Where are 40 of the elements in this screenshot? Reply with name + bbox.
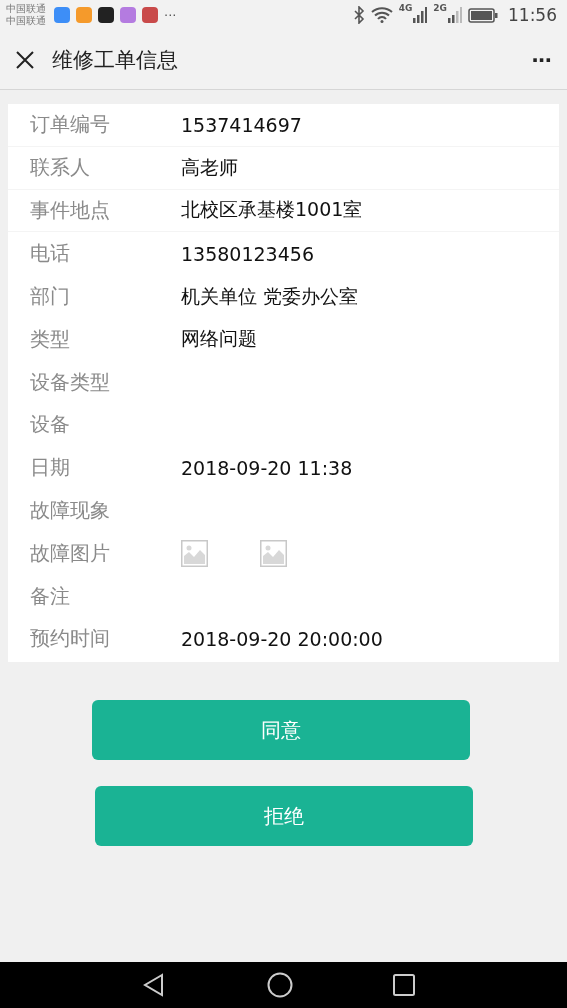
page-title: 维修工单信息 xyxy=(52,46,178,74)
field-value: 2018-09-20 11:38 xyxy=(181,456,353,479)
field-label: 部门 xyxy=(30,283,71,311)
field-label: 类型 xyxy=(30,325,71,353)
field-value: 机关单位 党委办公室 xyxy=(181,283,359,309)
field-label: 电话 xyxy=(30,240,71,268)
signal-icon xyxy=(413,7,428,23)
field-label: 预约时间 xyxy=(30,625,111,653)
field-label: 故障现象 xyxy=(30,497,111,525)
field-label: 设备 xyxy=(30,411,71,439)
network-type: 2G xyxy=(433,3,447,13)
carrier-name: 中国联通 xyxy=(6,15,46,27)
signal-icon xyxy=(448,7,462,23)
carrier-name: 中国联通 xyxy=(6,3,46,15)
field-label: 日期 xyxy=(30,454,71,482)
field-value: 2018-09-20 20:00:00 xyxy=(181,627,383,650)
field-value: 北校区承基楼1001室 xyxy=(181,197,363,223)
field-label: 联系人 xyxy=(30,154,91,182)
recent-apps-icon[interactable] xyxy=(393,974,415,996)
action-button[interactable]: 拒绝 xyxy=(95,786,473,847)
network-type: 4G xyxy=(398,3,413,13)
clock-time: 11:56 xyxy=(508,5,557,25)
field-value: 13580123456 xyxy=(181,242,314,265)
home-icon[interactable] xyxy=(266,972,293,998)
field-label: 事件地点 xyxy=(30,197,111,224)
back-icon[interactable] xyxy=(142,973,166,997)
field-value: 高老师 xyxy=(181,154,238,180)
more-notifications: ··· xyxy=(164,7,177,23)
close-icon[interactable] xyxy=(16,50,34,69)
field-value: 1537414697 xyxy=(181,113,302,136)
field-label: 备注 xyxy=(30,582,71,610)
field-label: 订单编号 xyxy=(30,111,111,139)
field-value: 网络问题 xyxy=(181,326,257,352)
wifi-icon xyxy=(370,7,393,23)
bluetooth-icon xyxy=(352,6,365,24)
field-label: 设备类型 xyxy=(30,368,111,396)
field-label: 故障图片 xyxy=(30,539,111,567)
action-button[interactable]: 同意 xyxy=(92,700,470,761)
more-menu-button[interactable]: ··· xyxy=(531,47,551,72)
battery-icon xyxy=(468,7,498,23)
